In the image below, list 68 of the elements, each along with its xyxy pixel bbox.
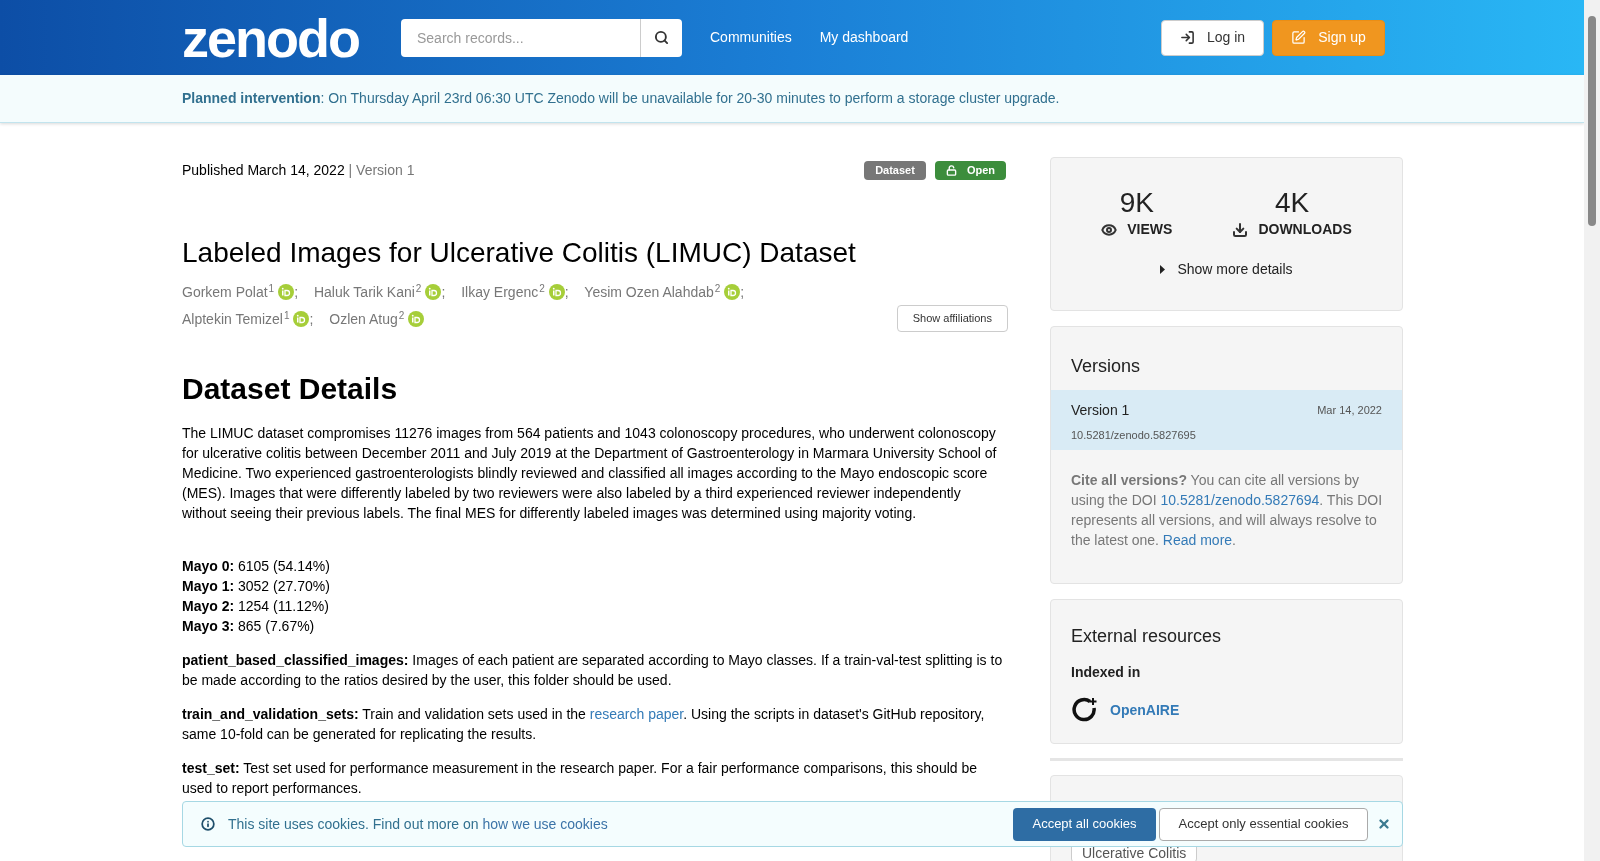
author-link[interactable]: Alptekin Temizel$^{1}$ [182,311,290,327]
announcement-text: Planned intervention: On Thursday April 23rd 06:30 UTC Zenodo will be unavailable for 20-30 minutes to perform a storage cluster upgrade. [182,89,1060,108]
search-icon [654,30,669,45]
access-badge: Open [934,160,1006,180]
cookie-notice-text: This site uses cookies. Find out more on how we use cookies [228,814,608,834]
description-paragraph: The LIMUC dataset compromises 11276 images from 564 patients and 1043 colonoscopy procedures, who underwent colonoscopy for ulcerative colitis between December 2011 and July 2019 at the Department of Gastroenterology in Marmara University School of Medicine. Two experienced gastroenterologists blindly reviewed and classified all images according to the Mayo endoscopic score (MES). Images that were differently labeled by two reviewers were also labeled by a third experienced reviewer independently without seeing their previous labels. The final MES for differently labeled images was determined using majority voting. [182,424,998,523]
version-date: Mar 14, 2022 [1317,403,1382,419]
cite-all-versions-text: Cite all versions? You can cite all versions by using the DOI 10.5281/zenodo.5827694. This DOI represents all versions, and will always resolve to the latest one. Read more. [1070,471,1384,550]
stat-value: 4K [1274,187,1310,219]
folder-description: patient_based_classified_images: Images of each patient are separated according to Mayo classes. If a train-val-test splitting is to be made according to the ratios desired by the user, this folder should be used. [182,651,1004,690]
mayo-count: Mayo 2: 1254 (11.12%) [182,597,330,616]
search-field[interactable]: Search records... [401,18,641,57]
folder-description: test_set: Test set used for performance measurement in the research paper. For a fair performance comparisons, this should be used to report performances. [182,759,979,798]
id-badge-icon [724,284,741,300]
folder-description: train_and_validation_sets: Train and validation sets used in the research paper. Using the scripts in dataset's GitHub repository, same 10-fold can be generated for replicating the results. [182,705,986,744]
download-icon [1232,221,1249,238]
ring-logo-icon [1071,697,1098,724]
show-affiliations-button[interactable]: Show affiliations [896,305,1008,332]
nav-link[interactable]: Communities [710,27,792,48]
mayo-count: Mayo 3: 865 (7.67%) [182,617,316,636]
separator: ; [740,284,745,300]
version-item[interactable]: Version 1 Mar 14, 2022 10.5281/zenodo.5827695 [1051,390,1402,450]
stat-label: DOWNLOADS [1258,220,1352,239]
search-button[interactable] [641,18,682,57]
author-link[interactable]: Yesim Ozen Alahdab$^{2}$ [584,284,721,300]
stat-value: 9K [1119,187,1154,219]
separator: ; [564,284,569,300]
author-link[interactable]: Ilkay Ergenc$^{2}$ [461,284,545,300]
caret-icon [1160,265,1166,274]
id-badge-icon [548,284,565,300]
section-heading: Dataset Details [182,371,399,407]
openaire-link[interactable]: OpenAIRE [1110,700,1180,721]
edit-icon [1291,30,1307,45]
close-icon [1377,817,1391,831]
author-link[interactable]: Haluk Tarik Kani$^{2}$ [313,284,422,300]
version-label: Version 1 [1071,401,1130,420]
info-icon [201,817,215,831]
id-badge-icon [293,311,310,327]
card-title: Versions [1070,355,1142,378]
login-icon [1179,30,1195,45]
mayo-count: Mayo 0: 6105 (54.14%) [182,557,331,576]
accept-essential-cookies-button[interactable]: Accept only essential cookies [1159,807,1368,841]
read-more-link[interactable]: Read more [1162,532,1233,548]
separator: ; [309,311,314,327]
version-doi: 10.5281/zenodo.5827695 [1071,428,1197,443]
unlock-icon [945,164,957,176]
separator: ; [294,284,299,300]
id-badge-icon [408,311,425,327]
type-badge: Dataset [864,160,926,180]
login-button[interactable]: Log in [1161,19,1264,56]
publication-info: Published March 14, 2022 | Version 1 [182,160,415,180]
record-title: Labeled Images for Ulcerative Colitis (LIMUC) Dataset [182,236,857,270]
id-badge-icon [278,284,295,300]
author-link[interactable]: Gorkem Polat$^{1}$ [182,284,275,300]
eye-icon [1101,221,1118,238]
nav-link[interactable]: My dashboard [819,27,909,48]
cookie-policy-link[interactable]: how we use cookies [482,815,608,832]
zenodo-logo[interactable]: zenodo [182,10,359,65]
stat-label: VIEWS [1127,220,1173,239]
author-link[interactable]: Ozlen Atug$^{2}$ [329,311,405,327]
show-more-details-button[interactable]: Show more details [1160,259,1293,280]
mayo-count: Mayo 1: 3052 (27.70%) [182,577,331,596]
indexed-in-label: Indexed in [1071,663,1142,682]
card-title: External resources [1071,625,1223,648]
separator: ; [441,284,446,300]
research-paper-link[interactable]: research paper [589,706,684,722]
accept-all-cookies-button[interactable]: Accept all cookies [1013,807,1156,841]
id-badge-icon [425,284,442,300]
